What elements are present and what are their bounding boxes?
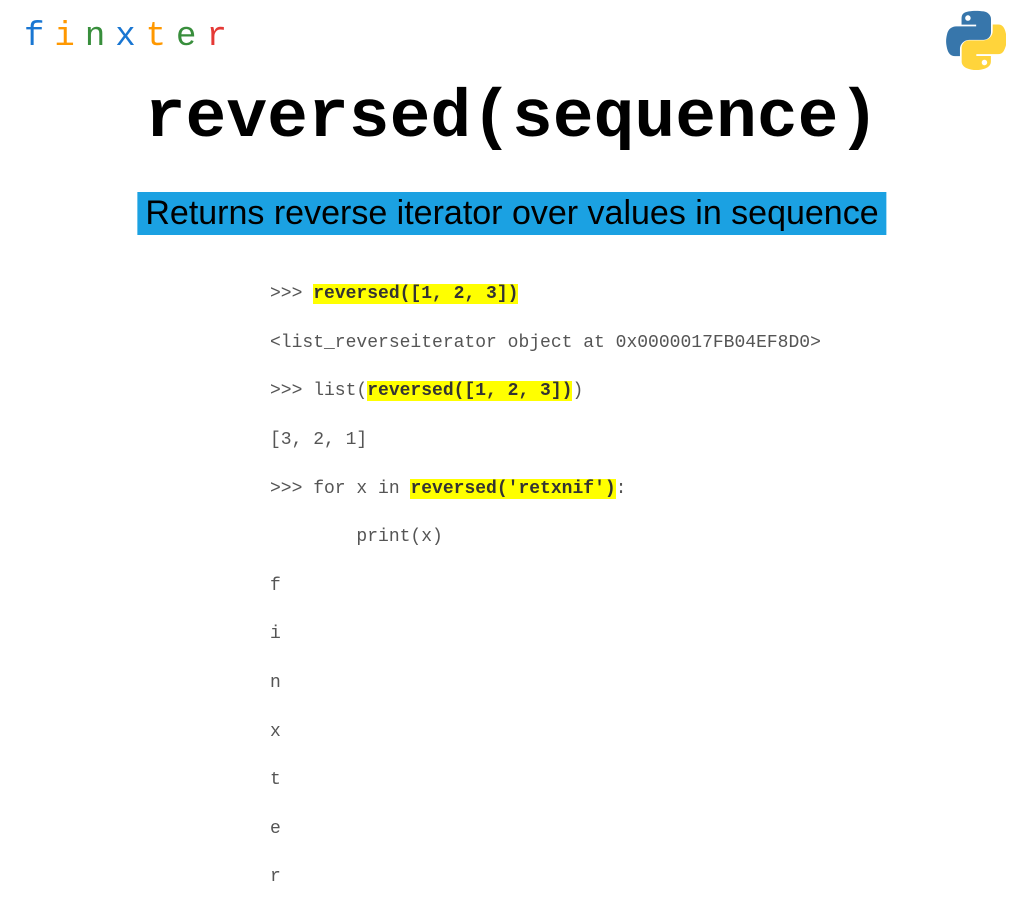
code-highlight: reversed('retxnif') [410,479,615,499]
prompt: >>> [270,284,313,304]
logo-letter: n [85,18,115,56]
code-output: e [270,817,821,841]
code-output: x [270,720,821,744]
code-output: t [270,768,821,792]
logo-letter: i [54,18,84,56]
code-output: r [270,865,821,889]
code-highlight: reversed([1, 2, 3]) [367,381,572,401]
logo-letter: r [206,18,236,56]
logo-letter: f [24,18,54,56]
code-example: >>> reversed([1, 2, 3]) <list_reverseite… [270,258,821,914]
python-icon [946,10,1006,70]
logo-letter: e [176,18,206,56]
page-title: reversed(sequence) [0,80,1024,157]
code-output: [3, 2, 1] [270,428,821,452]
prompt: >>> for x in [270,479,410,499]
prompt: >>> list( [270,381,367,401]
code-text: print(x) [270,525,821,549]
code-output: i [270,622,821,646]
code-text: : [616,479,627,499]
code-output: <list_reverseiterator object at 0x000001… [270,331,821,355]
code-text: ) [572,381,583,401]
finxter-logo: finxter [24,18,237,56]
subtitle-banner: Returns reverse iterator over values in … [137,192,886,235]
code-output: f [270,574,821,598]
logo-letter: t [146,18,176,56]
code-output: n [270,671,821,695]
logo-letter: x [115,18,145,56]
code-highlight: reversed([1, 2, 3]) [313,284,518,304]
